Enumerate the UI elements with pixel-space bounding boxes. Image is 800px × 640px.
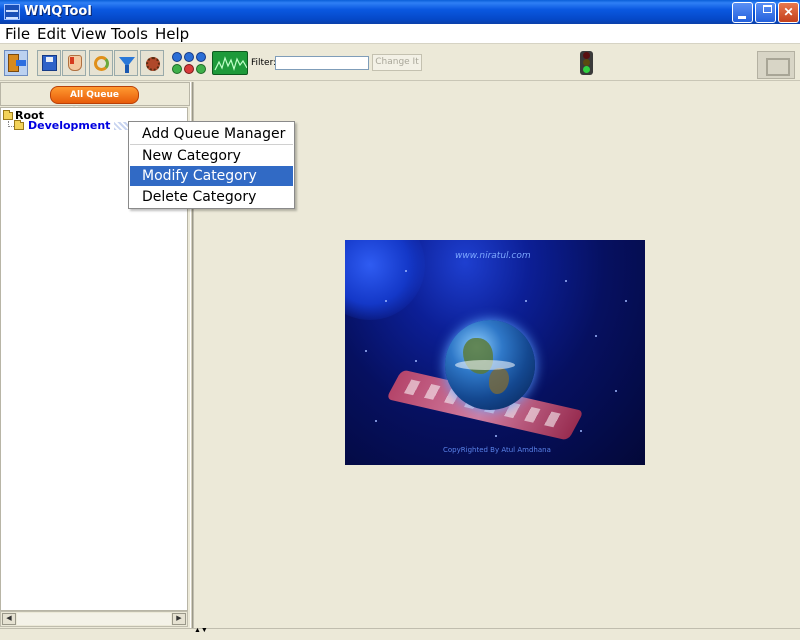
left-panel-header: All Queue Managers — [0, 82, 190, 116]
graph-button[interactable] — [212, 51, 248, 75]
scroll-right-button[interactable]: ▶ — [172, 613, 186, 625]
menu-bar: File Edit View Tools Help — [0, 24, 800, 44]
context-menu: Add Queue Manager New Category Modify Ca… — [128, 121, 295, 209]
star — [595, 335, 597, 337]
queue-status-button[interactable] — [171, 51, 207, 75]
hand-button[interactable] — [62, 50, 86, 76]
menu-item-modify-category[interactable]: Modify Category — [130, 166, 293, 186]
save-button[interactable] — [37, 50, 61, 76]
scroll-track[interactable] — [17, 613, 171, 625]
star — [565, 280, 567, 282]
folder-open-icon — [3, 110, 13, 120]
star — [625, 300, 627, 302]
refresh-button[interactable] — [89, 50, 113, 76]
app-window: WMQTool ✕ File Edit View Tools Help Filt… — [0, 0, 800, 640]
star — [375, 420, 377, 422]
change-it-button[interactable]: Change It — [372, 54, 422, 71]
check-icon — [196, 64, 206, 74]
title-bar[interactable]: WMQTool ✕ — [0, 0, 800, 24]
horizontal-scrollbar[interactable]: ◀ ▶ — [0, 611, 188, 627]
menu-item-add-queue-manager[interactable]: Add Queue Manager — [130, 124, 293, 144]
red-light — [583, 52, 590, 59]
splash-copyright: CopyRighted By Atul Amdhana — [443, 446, 551, 454]
settings-button[interactable] — [140, 50, 164, 76]
minimize-button[interactable] — [732, 2, 753, 23]
app-icon — [4, 4, 20, 20]
globe-image — [445, 320, 535, 410]
folder-icon — [14, 120, 24, 130]
tree-node-label: Development — [28, 119, 111, 132]
splash-glow — [345, 240, 425, 320]
menu-view[interactable]: View — [69, 25, 109, 43]
filter-button[interactable] — [114, 50, 138, 76]
queue-status-icon — [196, 52, 206, 62]
window-title: WMQTool — [24, 4, 92, 19]
green-light — [583, 66, 590, 73]
menu-item-delete-category[interactable]: Delete Category — [130, 187, 293, 207]
menu-help[interactable]: Help — [153, 25, 191, 43]
scroll-left-button[interactable]: ◀ — [2, 613, 16, 625]
star — [495, 435, 497, 437]
queue-status-icon — [172, 52, 182, 62]
land — [489, 368, 509, 394]
menu-item-new-category[interactable]: New Category — [130, 146, 293, 166]
star — [415, 360, 417, 362]
filter-label: Filter: — [251, 58, 277, 68]
traffic-light-icon[interactable] — [580, 51, 593, 75]
hand-icon — [68, 55, 82, 71]
menu-edit[interactable]: Edit — [35, 25, 68, 43]
menu-separator — [130, 144, 293, 145]
splash-image: www.niratul.com CopyRighted By Atul Amdh… — [345, 240, 645, 465]
star — [580, 430, 582, 432]
star — [365, 350, 367, 352]
collapse-arrows-icon[interactable]: ▲▼ — [194, 627, 208, 634]
menu-tools[interactable]: Tools — [109, 25, 150, 43]
queue-status-icon — [184, 52, 194, 62]
all-queue-managers-button[interactable]: All Queue Managers — [50, 86, 139, 116]
star — [525, 300, 527, 302]
cloud — [455, 360, 515, 370]
exit-arrow-icon — [16, 60, 26, 66]
refresh-icon — [94, 56, 109, 71]
bottom-bar: ▲▼ — [0, 627, 800, 640]
restore-button[interactable] — [755, 2, 776, 23]
filter-icon — [119, 57, 135, 73]
star — [385, 300, 387, 302]
minimize-icon — [738, 16, 746, 19]
star — [615, 390, 617, 392]
error-icon — [184, 64, 194, 74]
close-button[interactable]: ✕ — [778, 2, 799, 23]
menu-file[interactable]: File — [3, 25, 32, 43]
filter-input[interactable] — [275, 56, 369, 70]
star — [405, 270, 407, 272]
check-icon — [172, 64, 182, 74]
splash-url: www.niratul.com — [455, 251, 531, 261]
exit-button[interactable] — [4, 50, 28, 76]
save-icon — [42, 55, 57, 71]
gear-icon — [146, 57, 160, 71]
restore-icon — [763, 5, 772, 13]
graph-icon — [214, 56, 247, 71]
yellow-light — [583, 59, 590, 66]
disabled-tool-button[interactable] — [757, 51, 795, 79]
